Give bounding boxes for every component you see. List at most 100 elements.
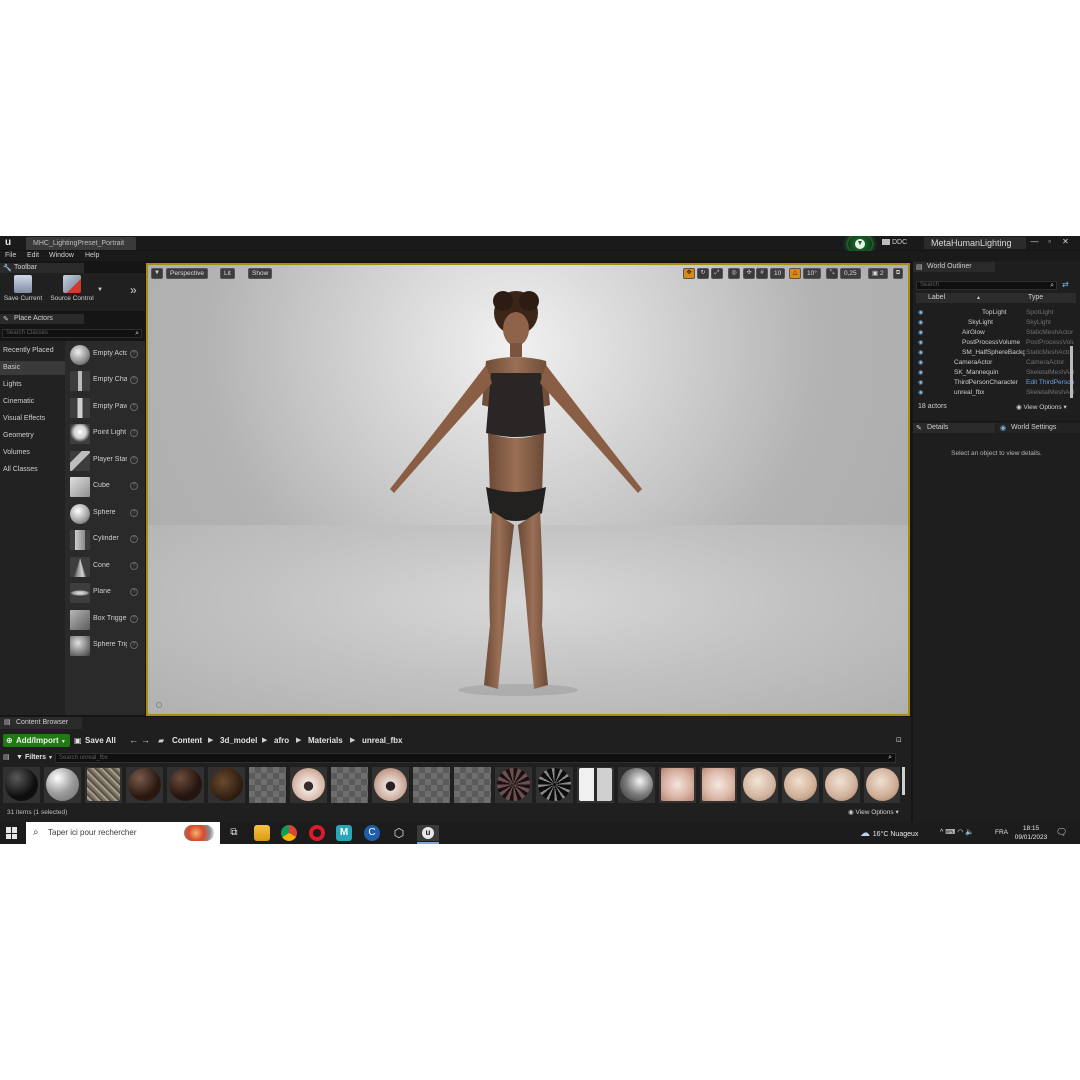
asset-tile[interactable]: [85, 767, 122, 803]
world-space-icon[interactable]: ◎: [728, 268, 740, 279]
show-button[interactable]: Show: [248, 268, 273, 279]
breadcrumb-unreal-fbx[interactable]: unreal_fbx: [362, 734, 402, 747]
world-settings-tab[interactable]: ◉ World Settings: [997, 423, 1080, 433]
asset-tile[interactable]: [823, 767, 860, 803]
scale-snap-value[interactable]: 0,25: [840, 268, 861, 279]
breadcrumb-separator-icon[interactable]: ▶: [262, 734, 267, 747]
actor-item-plane[interactable]: Plane ?: [68, 581, 142, 605]
content-search-input[interactable]: Search unreal_fbx ⌕: [55, 753, 896, 763]
actor-item-empty-pawn[interactable]: Empty Pawn ?: [68, 396, 142, 420]
asset-tile[interactable]: [618, 767, 655, 803]
maximize-viewport-icon[interactable]: ⧉: [893, 268, 903, 279]
sources-toggle-icon[interactable]: ▤: [3, 753, 10, 763]
asset-tile[interactable]: [372, 767, 409, 803]
file-explorer-icon[interactable]: [254, 825, 270, 841]
minimize-button[interactable]: —: [1028, 237, 1041, 247]
asset-tile[interactable]: [864, 767, 900, 803]
actor-item-sphere[interactable]: Sphere ?: [68, 502, 142, 526]
filters-button[interactable]: ▼ Filters ▼: [12, 753, 53, 763]
asset-tile[interactable]: [495, 767, 532, 803]
eye-icon[interactable]: ◉: [918, 328, 923, 338]
menu-file[interactable]: File: [5, 251, 16, 261]
source-control-button[interactable]: Source Control: [48, 275, 96, 302]
cinema-app-icon[interactable]: C: [364, 825, 380, 841]
outliner-row[interactable]: ◉ AirGlow StaticMeshActor: [916, 328, 1073, 338]
chrome-icon[interactable]: [281, 825, 297, 841]
add-filter-icon[interactable]: ⇄: [1062, 280, 1074, 290]
grid-snap-value[interactable]: 10: [770, 268, 786, 279]
perspective-button[interactable]: Perspective: [166, 268, 208, 279]
eye-icon[interactable]: ◉: [918, 338, 923, 348]
actor-item-empty-character[interactable]: Empty Character ?: [68, 369, 142, 393]
help-icon[interactable]: ?: [130, 403, 138, 411]
asset-tile[interactable]: [126, 767, 163, 803]
eye-icon[interactable]: ◉: [918, 378, 923, 388]
actor-item-empty-actor[interactable]: Empty Actor ?: [68, 343, 142, 367]
edit-blueprint-link[interactable]: Edit ThirdPersonCharacter: [1026, 378, 1074, 388]
help-icon[interactable]: ?: [130, 615, 138, 623]
rotate-icon[interactable]: ↻: [697, 268, 709, 279]
surface-snap-icon[interactable]: ✣: [743, 268, 755, 279]
outliner-view-options-button[interactable]: ◉ View Options ▾: [1016, 403, 1067, 411]
asset-tile[interactable]: [44, 767, 81, 803]
forward-arrow-icon[interactable]: →: [141, 734, 150, 747]
clock[interactable]: 18:15 09/01/2023: [1010, 824, 1052, 842]
actor-item-cube[interactable]: Cube ?: [68, 475, 142, 499]
menu-window[interactable]: Window: [49, 251, 74, 261]
rotation-snap-value[interactable]: 10°: [803, 268, 821, 279]
add-import-button[interactable]: ⊕ Add/Import ▼: [3, 734, 70, 747]
unreal-logo-icon[interactable]: u: [2, 237, 14, 249]
save-current-button[interactable]: Save Current: [2, 275, 44, 302]
weather-widget[interactable]: ☁ 16°C Nuageux: [860, 828, 918, 839]
3d-viewer-icon[interactable]: ⬡: [391, 825, 407, 841]
grid-snap-icon[interactable]: #: [756, 268, 768, 279]
actor-item-point-light[interactable]: Point Light ?: [68, 422, 142, 446]
help-icon[interactable]: ?: [130, 482, 138, 490]
maya-icon[interactable]: M: [336, 825, 352, 841]
lit-button[interactable]: Lit: [220, 268, 235, 279]
scale-icon[interactable]: ⤢: [711, 268, 723, 279]
outliner-row[interactable]: ◉ PostProcessVolume PostProcessVolume: [916, 338, 1074, 348]
task-view-icon[interactable]: ⧉: [226, 825, 242, 841]
help-icon[interactable]: ?: [130, 456, 138, 464]
eye-icon[interactable]: ◉: [918, 348, 923, 358]
toolbar-tab[interactable]: 🔧 Toolbar: [0, 263, 84, 273]
eye-icon[interactable]: ◉: [918, 368, 923, 378]
eye-icon[interactable]: ◉: [918, 358, 923, 368]
outliner-row[interactable]: ◉ SM_HalfSphereBackground StaticMeshActo…: [916, 348, 1073, 358]
category-cinematic[interactable]: Cinematic: [0, 395, 65, 409]
windows-start-icon[interactable]: [6, 827, 18, 839]
outliner-row[interactable]: ◉ SkyLight SkyLight: [916, 318, 1071, 328]
unreal-engine-taskbar-icon[interactable]: u: [417, 825, 439, 841]
outliner-row[interactable]: ◉ ThirdPersonCharacter Edit ThirdPersonC…: [916, 378, 1074, 388]
category-geometry[interactable]: Geometry: [0, 429, 65, 443]
asset-tile[interactable]: [208, 767, 245, 803]
type-column-header[interactable]: Type: [1028, 293, 1043, 303]
help-icon[interactable]: ?: [130, 535, 138, 543]
category-basic[interactable]: Basic: [0, 361, 65, 375]
outliner-scrollbar[interactable]: [1070, 346, 1073, 398]
eye-icon[interactable]: ◉: [918, 388, 923, 398]
scale-snap-icon[interactable]: ⤡: [826, 268, 838, 279]
asset-tile[interactable]: [167, 767, 204, 803]
breadcrumb-separator-icon[interactable]: ▶: [350, 734, 355, 747]
search-highlight-icon[interactable]: [184, 825, 214, 841]
asset-tile[interactable]: [577, 767, 614, 803]
save-all-button[interactable]: ▣ Save All: [74, 734, 116, 747]
asset-tile[interactable]: [3, 767, 40, 803]
help-icon[interactable]: ?: [130, 641, 138, 649]
breadcrumb-afro[interactable]: afro: [274, 734, 289, 747]
help-icon[interactable]: ?: [130, 376, 138, 384]
rotation-snap-icon[interactable]: △: [789, 268, 801, 279]
breadcrumb-content[interactable]: Content: [172, 734, 202, 747]
asset-tile[interactable]: [454, 767, 491, 803]
asset-tile[interactable]: [741, 767, 778, 803]
breadcrumb-separator-icon[interactable]: ▶: [296, 734, 301, 747]
asset-tile[interactable]: [536, 767, 573, 803]
source-control-dropdown-icon[interactable]: ▼: [97, 287, 103, 293]
outliner-row[interactable]: ◉ CameraActor CameraActor: [916, 358, 1071, 368]
actor-item-cylinder[interactable]: Cylinder ?: [68, 528, 142, 552]
volume-icon[interactable]: 🔈: [965, 829, 974, 836]
ddc-indicator[interactable]: DDC: [882, 238, 907, 248]
content-scrollbar[interactable]: [902, 767, 905, 795]
